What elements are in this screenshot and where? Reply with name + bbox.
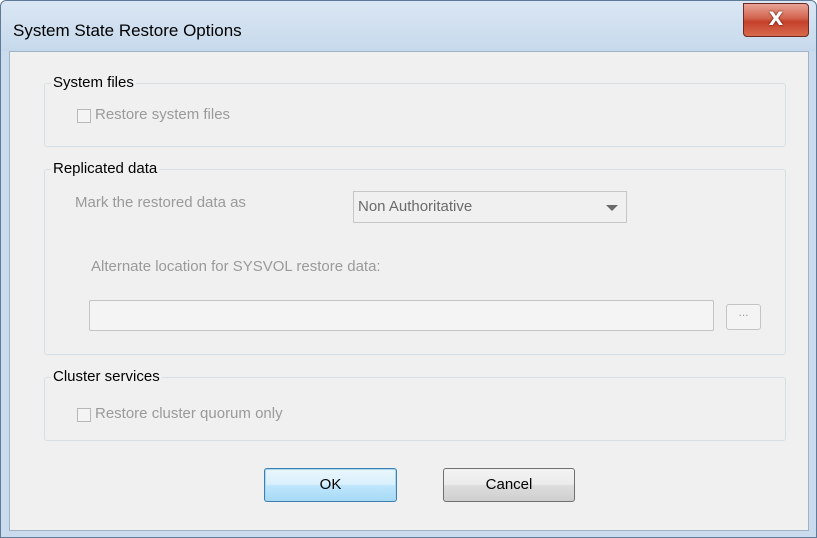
cluster-services-group: Cluster services Restore cluster quorum … <box>44 368 786 441</box>
ok-button[interactable]: OK <box>264 468 397 502</box>
restore-system-files-label[interactable]: Restore system files <box>95 106 230 123</box>
title-bar[interactable]: System State Restore Options X <box>1 1 816 51</box>
mark-restored-data-select[interactable]: Non Authoritative <box>353 191 627 223</box>
restore-cluster-quorum-label[interactable]: Restore cluster quorum only <box>95 405 283 422</box>
mark-restored-data-value: Non Authoritative <box>358 198 473 215</box>
cancel-button[interactable]: Cancel <box>443 468 575 502</box>
ellipsis-icon: ... <box>738 305 749 319</box>
dialog-client-area: System files Restore system files Replic… <box>9 51 809 531</box>
system-files-group: System files Restore system files <box>44 74 786 147</box>
system-files-legend: System files <box>51 74 136 92</box>
alternate-location-label: Alternate location for SYSVOL restore da… <box>91 258 381 275</box>
mark-restored-data-label: Mark the restored data as <box>75 194 246 211</box>
alternate-location-input[interactable] <box>89 300 714 331</box>
browse-button[interactable]: ... <box>726 304 761 330</box>
dialog-window: System State Restore Options X System fi… <box>0 0 817 538</box>
dialog-title: System State Restore Options <box>13 21 242 40</box>
cluster-services-legend: Cluster services <box>51 368 162 386</box>
close-icon: X <box>768 8 784 30</box>
restore-cluster-quorum-checkbox[interactable] <box>77 408 91 422</box>
chevron-down-icon <box>606 205 618 211</box>
restore-system-files-checkbox[interactable] <box>77 109 91 123</box>
close-button[interactable]: X <box>743 3 809 37</box>
replicated-data-group: Replicated data Mark the restored data a… <box>44 160 786 355</box>
replicated-data-legend: Replicated data <box>51 160 160 178</box>
